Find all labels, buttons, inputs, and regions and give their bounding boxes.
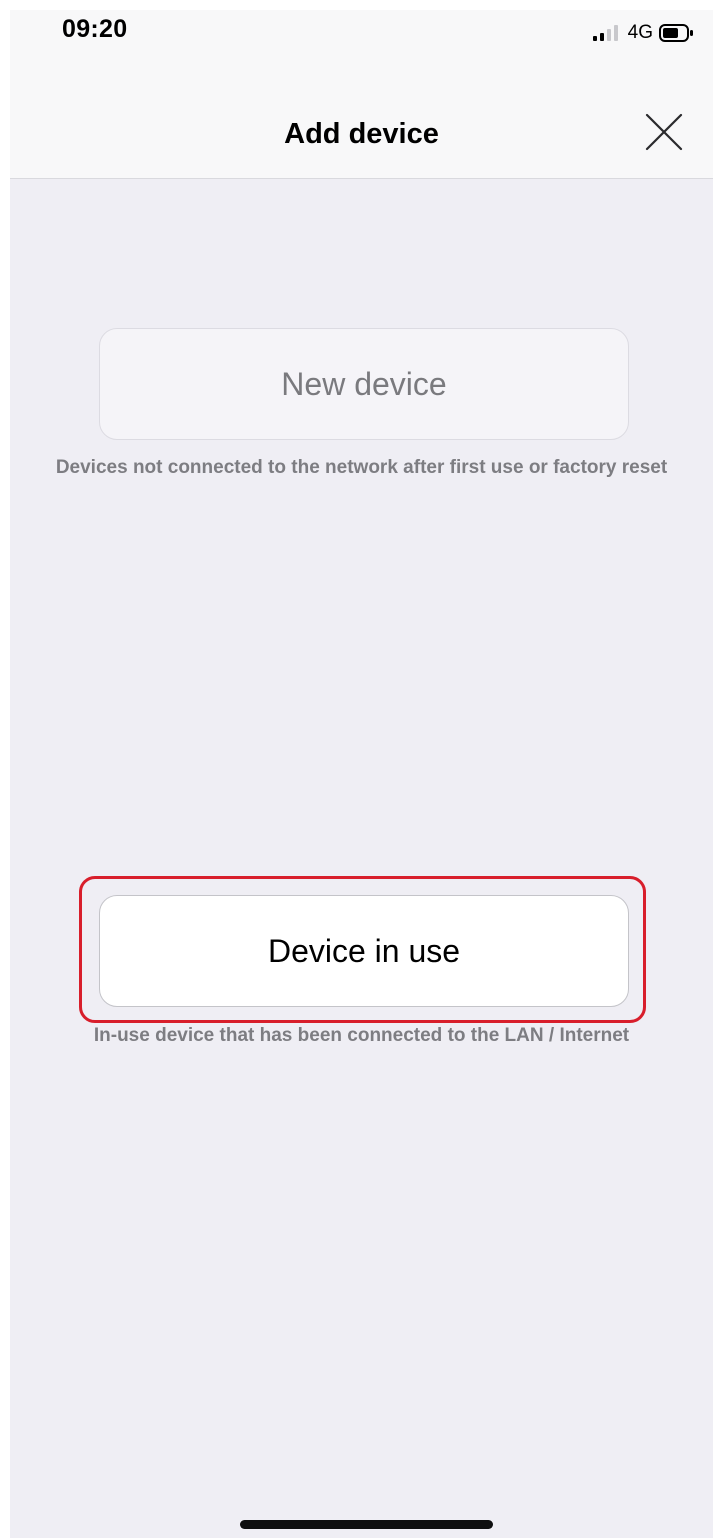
close-icon[interactable] <box>644 112 684 152</box>
add-device-screen: 09:20 4G Add device New device Devices n… <box>10 10 713 1538</box>
new-device-button[interactable]: New device <box>99 328 629 440</box>
battery-icon <box>659 24 693 42</box>
home-indicator[interactable] <box>240 1520 493 1529</box>
cellular-signal-icon <box>592 25 621 41</box>
status-indicators: 4G <box>592 20 695 46</box>
device-in-use-label: Device in use <box>267 932 461 969</box>
new-device-label: New device <box>281 365 447 402</box>
new-device-description: Devices not connected to the network aft… <box>55 457 668 478</box>
top-bar: 09:20 4G Add device <box>10 10 713 179</box>
device-in-use-description: In-use device that has been connected to… <box>93 1025 630 1046</box>
network-type: 4G <box>627 22 653 43</box>
page-title: Add device <box>284 118 439 150</box>
device-in-use-button[interactable]: Device in use <box>99 895 629 1007</box>
status-time: 09:20 <box>62 15 128 43</box>
